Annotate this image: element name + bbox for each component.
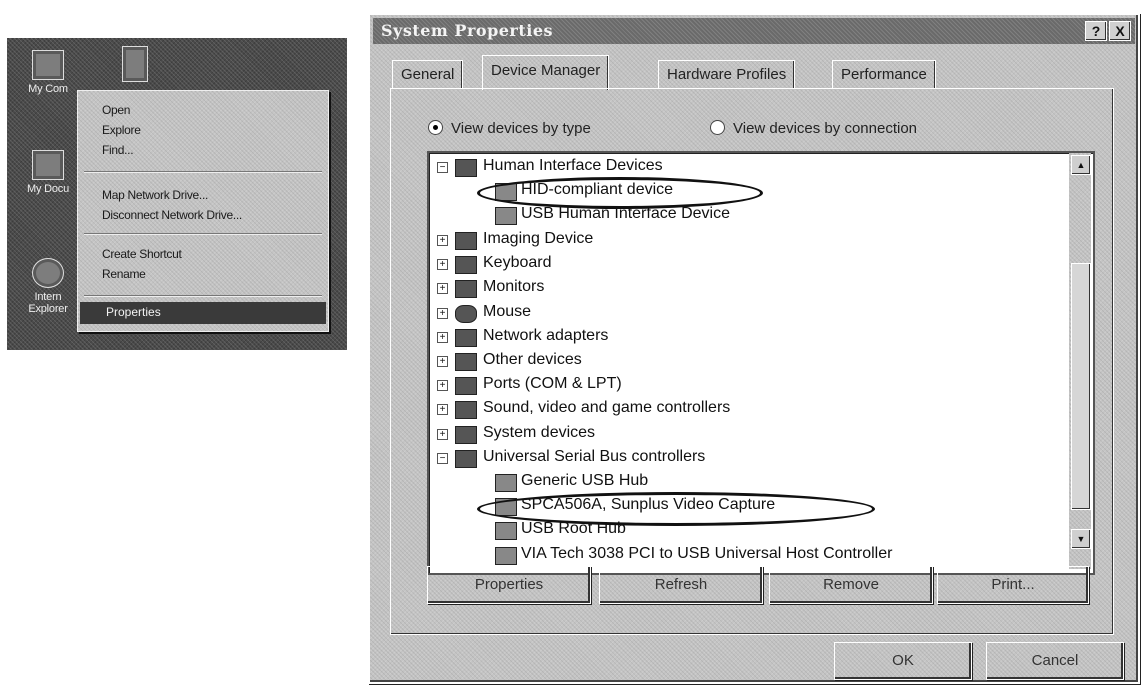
port-icon xyxy=(455,377,477,395)
menu-item-open[interactable]: Open xyxy=(102,103,130,117)
desktop-icon-label: Explorer xyxy=(28,303,68,315)
tree-item-label: Human Interface Devices xyxy=(483,157,663,174)
folder-icon xyxy=(32,150,64,180)
tab-performance[interactable]: Performance xyxy=(832,60,936,89)
tree-item-label: Monitors xyxy=(483,278,545,295)
speaker-icon xyxy=(455,401,477,419)
camera-icon xyxy=(455,232,477,250)
tab-general[interactable]: General xyxy=(392,60,464,89)
tab-hardware-profiles[interactable]: Hardware Profiles xyxy=(658,60,796,89)
print-button[interactable]: Print... xyxy=(937,566,1089,604)
menu-item-properties[interactable]: Properties xyxy=(80,302,326,324)
collapse-icon: − xyxy=(437,162,448,173)
menu-item-map-network-drive[interactable]: Map Network Drive... xyxy=(102,188,208,202)
mouse-icon xyxy=(455,305,477,323)
desktop-icon-internet-explorer[interactable]: Intern Explorer xyxy=(11,258,85,315)
hid-category-icon xyxy=(455,159,477,177)
expand-icon: + xyxy=(437,235,448,246)
ok-button[interactable]: OK xyxy=(834,642,972,680)
menu-separator xyxy=(84,171,322,173)
desktop-icon-label: My Com xyxy=(28,83,68,95)
cancel-button[interactable]: Cancel xyxy=(986,642,1124,680)
desktop-icon-label: Intern xyxy=(34,291,62,303)
tree-item-label: Other devices xyxy=(483,351,582,368)
device-tree[interactable]: − Human Interface Devices HID-compliant … xyxy=(427,151,1095,575)
tree-item-label: Imaging Device xyxy=(483,230,594,247)
desktop-icon-my-computer[interactable]: My Com xyxy=(11,50,85,95)
tree-item-label: VIA Tech 3038 PCI to USB Universal Host … xyxy=(521,545,893,562)
network-adapter-icon xyxy=(455,329,477,347)
desktop-icon-my-documents[interactable]: My Docu xyxy=(11,150,85,195)
hid-device-icon xyxy=(495,207,517,225)
expand-icon: + xyxy=(437,259,448,270)
tree-item-label: Generic USB Hub xyxy=(521,472,649,489)
close-button[interactable]: X xyxy=(1109,21,1131,41)
menu-separator xyxy=(84,295,322,297)
globe-icon xyxy=(32,258,64,288)
tree-item-label: Ports (COM & LPT) xyxy=(483,375,622,392)
desktop-crop: My Com My Docu Intern Explorer Open Expl… xyxy=(7,38,347,350)
expand-icon: + xyxy=(437,308,448,319)
radio-view-by-type[interactable]: View devices by type xyxy=(428,120,591,137)
properties-button[interactable]: Properties xyxy=(427,566,591,604)
radio-view-by-connection[interactable]: View devices by connection xyxy=(710,120,917,137)
expand-icon: + xyxy=(437,283,448,294)
help-button[interactable]: ? xyxy=(1085,21,1107,41)
network-icon xyxy=(122,46,148,82)
tree-item-label: Network adapters xyxy=(483,327,609,344)
collapse-icon: − xyxy=(437,453,448,464)
scrollbar-thumb[interactable] xyxy=(1071,263,1091,510)
context-menu: Open Explore Find... Map Network Drive..… xyxy=(77,90,329,332)
monitor-icon xyxy=(455,280,477,298)
system-properties-dialog: System Properties ? X General Device Man… xyxy=(368,13,1140,684)
desktop-icon-label: My Docu xyxy=(27,183,69,195)
scroll-up-icon[interactable]: ▲ xyxy=(1071,155,1091,175)
tree-item-label: Keyboard xyxy=(483,254,552,271)
tree-item-label: Universal Serial Bus controllers xyxy=(483,448,706,465)
question-mark-icon xyxy=(455,353,477,371)
menu-item-label: Properties xyxy=(106,305,161,319)
menu-item-create-shortcut[interactable]: Create Shortcut xyxy=(102,247,182,261)
tree-item-label: Sound, video and game controllers xyxy=(483,399,731,416)
title-bar[interactable]: System Properties ? X xyxy=(373,18,1135,44)
system-device-icon xyxy=(455,426,477,444)
expand-icon: + xyxy=(437,380,448,391)
remove-button[interactable]: Remove xyxy=(769,566,933,604)
highlight-circle xyxy=(477,177,763,209)
expand-icon: + xyxy=(437,404,448,415)
menu-item-find[interactable]: Find... xyxy=(102,143,134,157)
keyboard-icon xyxy=(455,256,477,274)
radio-label: View devices by type xyxy=(451,120,591,137)
expand-icon: + xyxy=(437,356,448,367)
dialog-title: System Properties xyxy=(381,21,554,40)
radio-label: View devices by connection xyxy=(733,120,917,137)
expand-icon: + xyxy=(437,332,448,343)
menu-separator xyxy=(84,233,322,235)
tab-device-manager[interactable]: Device Manager xyxy=(482,55,610,90)
tree-item-label: Mouse xyxy=(483,303,532,320)
radio-selected-icon xyxy=(428,120,443,135)
usb-icon xyxy=(495,547,517,565)
usb-icon xyxy=(495,522,517,540)
computer-icon xyxy=(32,50,64,80)
highlight-circle xyxy=(477,492,875,526)
radio-unselected-icon xyxy=(710,120,725,135)
expand-icon: + xyxy=(437,429,448,440)
usb-icon xyxy=(455,450,477,468)
desktop-icon-network[interactable] xyxy=(115,46,155,85)
menu-item-explore[interactable]: Explore xyxy=(102,123,141,137)
scroll-down-icon[interactable]: ▼ xyxy=(1071,529,1091,549)
menu-item-disconnect-network-drive[interactable]: Disconnect Network Drive... xyxy=(102,208,242,222)
refresh-button[interactable]: Refresh xyxy=(599,566,763,604)
tree-item-label: System devices xyxy=(483,424,596,441)
tree-scrollbar[interactable]: ▲ ▼ xyxy=(1069,153,1091,569)
usb-icon xyxy=(495,474,517,492)
menu-item-rename[interactable]: Rename xyxy=(102,267,146,281)
